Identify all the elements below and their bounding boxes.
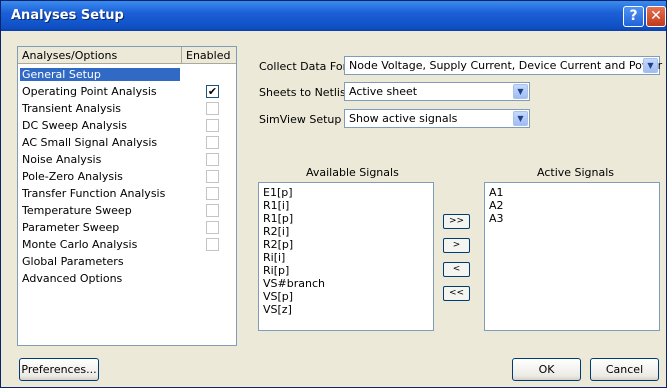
close-icon[interactable]: ✕ <box>646 6 666 27</box>
sheets-to-netlist-dropdown[interactable]: Active sheet ▼ <box>344 82 530 101</box>
option-item-label: Temperature Sweep <box>22 204 132 217</box>
ok-button[interactable]: OK <box>512 358 581 381</box>
window-title: Analyses Setup <box>11 8 124 23</box>
option-item-label: AC Small Signal Analysis <box>22 136 158 149</box>
signal-item[interactable]: R1[p] <box>263 212 293 225</box>
option-item[interactable]: Global Parameters <box>18 253 236 270</box>
option-item-label: DC Sweep Analysis <box>22 119 127 132</box>
collect-data-dropdown[interactable]: Node Voltage, Supply Current, Device Cur… <box>344 56 663 75</box>
remove-signal-button[interactable]: < <box>443 262 470 277</box>
option-item[interactable]: AC Small Signal Analysis <box>18 134 236 151</box>
available-signals-list[interactable]: E1[p] R1[i] R1[p] R2[i] R2[p] Ri[i] Ri[p] VS#br… <box>258 182 434 331</box>
option-item-label: Transfer Function Analysis <box>22 187 166 200</box>
signal-item[interactable]: R2[i] <box>263 225 289 238</box>
option-item-label: Pole-Zero Analysis <box>22 170 123 183</box>
simview-setup-value: Show active signals <box>349 112 458 125</box>
option-item[interactable]: Advanced Options <box>18 270 236 287</box>
enabled-checkbox[interactable] <box>206 238 219 251</box>
enabled-checkbox[interactable] <box>206 221 219 234</box>
collect-data-value: Node Voltage, Supply Current, Device Cur… <box>349 59 663 72</box>
remove-all-signals-button[interactable]: << <box>443 286 470 301</box>
option-item[interactable]: Parameter Sweep <box>18 219 236 236</box>
active-signals-label: Active Signals <box>537 166 615 179</box>
enabled-checkbox[interactable] <box>206 187 219 200</box>
option-item-label: Operating Point Analysis <box>22 85 157 98</box>
signal-item[interactable]: A1 <box>489 186 504 199</box>
option-item-label: Advanced Options <box>22 272 123 285</box>
signal-item[interactable]: VS[z] <box>263 303 292 316</box>
signal-item[interactable]: A3 <box>489 212 504 225</box>
enabled-checkbox[interactable] <box>206 102 219 115</box>
option-item-label: Global Parameters <box>22 255 124 268</box>
chevron-down-icon[interactable]: ▼ <box>643 58 658 73</box>
signal-item[interactable]: Ri[i] <box>263 251 285 264</box>
column-divider[interactable] <box>181 47 182 64</box>
add-all-signals-button[interactable]: >> <box>443 214 470 229</box>
chevron-down-icon[interactable]: ▼ <box>513 84 528 99</box>
signal-item[interactable]: R2[p] <box>263 238 293 251</box>
enabled-checkbox[interactable]: ✔ <box>206 85 219 98</box>
active-signals-list[interactable]: A1 A2 A3 <box>484 182 660 331</box>
available-signals-label: Available Signals <box>306 166 399 179</box>
column-header-enabled[interactable]: Enabled <box>186 49 230 62</box>
option-item[interactable]: Transfer Function Analysis <box>18 185 236 202</box>
enabled-checkbox[interactable] <box>206 119 219 132</box>
option-item[interactable]: Temperature Sweep <box>18 202 236 219</box>
sheets-to-netlist-value: Active sheet <box>349 85 418 98</box>
option-item-label: Noise Analysis <box>22 153 102 166</box>
option-item-label: Parameter Sweep <box>22 221 120 234</box>
option-item[interactable]: Noise Analysis <box>18 151 236 168</box>
options-header: Analyses/Options Enabled <box>18 47 236 64</box>
chevron-down-icon[interactable]: ▼ <box>513 111 528 126</box>
preferences-button[interactable]: Preferences... <box>19 358 99 381</box>
add-signal-button[interactable]: > <box>443 238 470 253</box>
option-item[interactable]: Operating Point Analysis ✔ <box>18 83 236 100</box>
analyses-options-list: Analyses/Options Enabled General Setup Op… <box>17 46 237 346</box>
enabled-checkbox[interactable] <box>206 170 219 183</box>
enabled-checkbox[interactable] <box>206 136 219 149</box>
signal-item[interactable]: VS#branch <box>263 277 325 290</box>
signal-item[interactable]: R1[i] <box>263 199 289 212</box>
enabled-checkbox[interactable] <box>206 204 219 217</box>
sheets-to-netlist-label: Sheets to Netlist <box>259 86 351 99</box>
signal-item[interactable]: E1[p] <box>263 186 293 199</box>
option-item[interactable]: Pole-Zero Analysis <box>18 168 236 185</box>
enabled-checkbox[interactable] <box>206 153 219 166</box>
option-item-label: Transient Analysis <box>22 102 121 115</box>
column-header-options[interactable]: Analyses/Options <box>22 49 117 62</box>
option-item[interactable]: DC Sweep Analysis <box>18 117 236 134</box>
option-item-label: Monte Carlo Analysis <box>22 238 138 251</box>
signal-item[interactable]: Ri[p] <box>263 264 289 277</box>
signal-item[interactable]: VS[p] <box>263 290 293 303</box>
help-icon[interactable]: ? <box>623 6 644 27</box>
simview-setup-dropdown[interactable]: Show active signals ▼ <box>344 109 530 128</box>
option-item[interactable]: General Setup <box>18 66 236 83</box>
option-item[interactable]: Monte Carlo Analysis <box>18 236 236 253</box>
option-item-label: General Setup <box>20 68 180 81</box>
option-item[interactable]: Transient Analysis <box>18 100 236 117</box>
simview-setup-label: SimView Setup <box>259 113 342 126</box>
cancel-button[interactable]: Cancel <box>590 358 659 381</box>
analyses-setup-dialog: Analyses Setup ? ✕ Analyses/Options Enab… <box>0 0 667 388</box>
signal-item[interactable]: A2 <box>489 199 504 212</box>
collect-data-label: Collect Data For <box>259 60 348 73</box>
title-bar[interactable]: Analyses Setup ? ✕ <box>1 1 666 31</box>
